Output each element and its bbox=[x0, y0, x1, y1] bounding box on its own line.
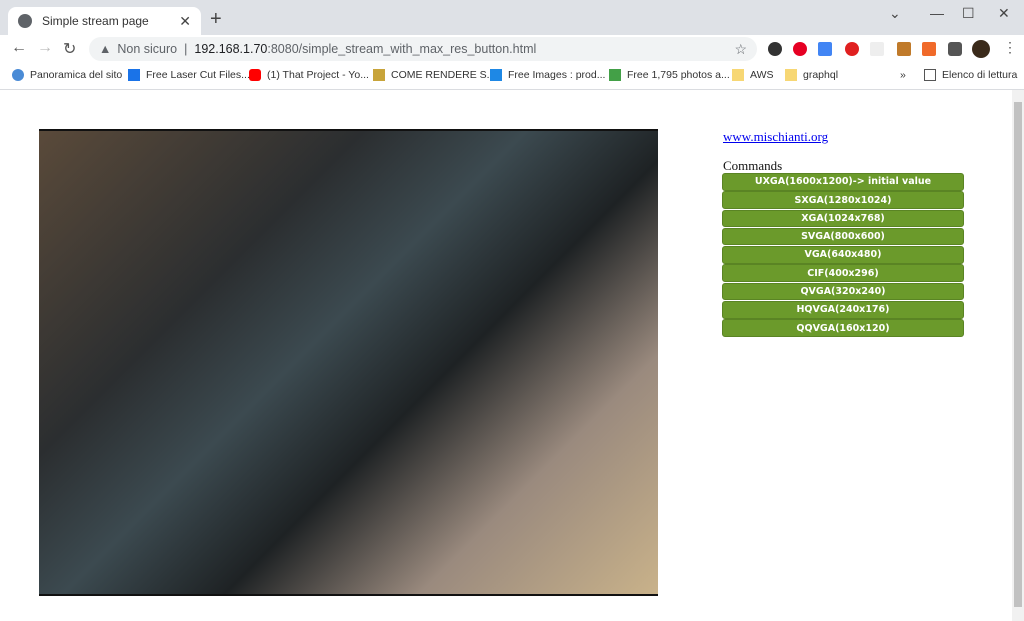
bookmark-item[interactable]: Free 1,795 photos a... bbox=[609, 69, 730, 81]
close-window-button[interactable]: ✕ bbox=[998, 5, 1010, 22]
youtube-icon bbox=[249, 69, 261, 81]
star-icon[interactable]: ☆ bbox=[734, 41, 747, 58]
commands-label: Commands bbox=[723, 158, 783, 173]
puzzle-icon[interactable] bbox=[948, 42, 962, 56]
mega-icon[interactable] bbox=[845, 42, 859, 56]
extension-icon[interactable] bbox=[870, 42, 884, 56]
scrollbar-thumb[interactable] bbox=[1014, 102, 1022, 607]
maximize-button[interactable]: ☐ bbox=[962, 5, 975, 22]
bookmark-label: COME RENDERE S... bbox=[391, 69, 496, 81]
bookmark-icon bbox=[609, 69, 621, 81]
bookmark-label: (1) That Project - Yo... bbox=[267, 69, 369, 81]
close-tab-icon[interactable]: ✕ bbox=[179, 13, 191, 30]
extension-icon[interactable] bbox=[922, 42, 936, 56]
new-tab-button[interactable]: + bbox=[210, 8, 222, 31]
bookmark-item[interactable]: Panoramica del sito bbox=[12, 69, 122, 81]
bookmark-label: Panoramica del sito bbox=[30, 69, 123, 81]
mischianti-link[interactable]: www.mischianti.org bbox=[723, 129, 828, 145]
xga-button[interactable]: XGA(1024x768) bbox=[722, 209, 964, 228]
qqvga-button[interactable]: QQVGA(160x120) bbox=[722, 319, 964, 337]
bookmark-icon bbox=[373, 69, 385, 81]
bookmark-label: Free Laser Cut Files... bbox=[146, 69, 250, 81]
extension-icon[interactable] bbox=[768, 42, 782, 56]
stream-image bbox=[39, 129, 658, 596]
uxga-button[interactable]: UXGA(1600x1200)-> initial value bbox=[722, 173, 964, 191]
bookmark-item[interactable]: COME RENDERE S... bbox=[373, 69, 495, 81]
bookmark-icon bbox=[128, 69, 140, 81]
minimize-button[interactable]: — bbox=[930, 5, 944, 21]
bookmark-label: AWS bbox=[750, 69, 774, 81]
menu-icon[interactable]: ⋮ bbox=[1003, 39, 1017, 56]
avatar[interactable] bbox=[972, 40, 990, 58]
folder-icon bbox=[785, 69, 797, 81]
qvga-button[interactable]: QVGA(320x240) bbox=[722, 282, 964, 301]
toolbar: ← → ↻ ▲ Non sicuro | 192.168.1.70:8080/s… bbox=[0, 35, 1024, 63]
bookmarks-bar: Panoramica del sito Free Laser Cut Files… bbox=[0, 63, 1024, 90]
bookmark-label: Free Images : prod... bbox=[508, 69, 606, 81]
bookmark-icon bbox=[490, 69, 502, 81]
bookmark-item[interactable]: Free Laser Cut Files... bbox=[128, 69, 250, 81]
bookmark-label: Free 1,795 photos a... bbox=[627, 69, 730, 81]
forward-icon[interactable]: → bbox=[37, 39, 53, 57]
folder-icon bbox=[732, 69, 744, 81]
bookmark-item[interactable]: (1) That Project - Yo... bbox=[249, 69, 369, 81]
reading-list-button[interactable]: Elenco di lettura bbox=[924, 69, 1017, 81]
tab-title: Simple stream page bbox=[42, 14, 149, 28]
translate-icon[interactable] bbox=[818, 42, 832, 56]
pinterest-icon[interactable] bbox=[793, 42, 807, 56]
extension-icon[interactable] bbox=[897, 42, 911, 56]
url-host: 192.168.1.70 bbox=[194, 42, 268, 56]
cif-button[interactable]: CIF(400x296) bbox=[722, 264, 964, 282]
sxga-button[interactable]: SXGA(1280x1024) bbox=[722, 191, 964, 209]
bookmark-folder[interactable]: AWS bbox=[732, 69, 774, 81]
vga-button[interactable]: VGA(640x480) bbox=[722, 246, 964, 264]
more-bookmarks-button[interactable]: » bbox=[900, 69, 906, 81]
bookmark-folder[interactable]: graphql bbox=[785, 69, 838, 81]
divider: | bbox=[184, 42, 188, 56]
back-icon[interactable]: ← bbox=[11, 39, 27, 57]
warning-icon: ▲ bbox=[99, 42, 112, 56]
reading-list-icon bbox=[924, 69, 936, 81]
bookmark-icon bbox=[12, 69, 24, 81]
reload-icon[interactable]: ↻ bbox=[63, 39, 76, 59]
url-path: :8080/simple_stream_with_max_res_button.… bbox=[267, 42, 537, 56]
tab-simple-stream[interactable]: Simple stream page ✕ bbox=[8, 7, 201, 35]
more-label: » bbox=[900, 69, 906, 81]
security-label: Non sicuro bbox=[117, 42, 178, 56]
scrollbar[interactable] bbox=[1012, 90, 1024, 621]
globe-icon bbox=[18, 14, 32, 28]
address-bar[interactable]: ▲ Non sicuro | 192.168.1.70:8080/simple_… bbox=[89, 37, 757, 61]
commands-buttons: UXGA(1600x1200)-> initial value SXGA(128… bbox=[722, 173, 964, 338]
tab-search-icon[interactable]: ⌄ bbox=[889, 5, 901, 22]
bookmark-label: graphql bbox=[803, 69, 839, 81]
reading-list-label: Elenco di lettura bbox=[942, 69, 1018, 81]
page-content: www.mischianti.org Commands UXGA(1600x12… bbox=[0, 90, 1012, 621]
hqvga-button[interactable]: HQVGA(240x176) bbox=[722, 301, 964, 319]
svga-button[interactable]: SVGA(800x600) bbox=[722, 227, 964, 246]
bookmark-item[interactable]: Free Images : prod... bbox=[490, 69, 605, 81]
tab-bar: Simple stream page ✕ + ⌄ — ☐ ✕ bbox=[0, 0, 1024, 35]
